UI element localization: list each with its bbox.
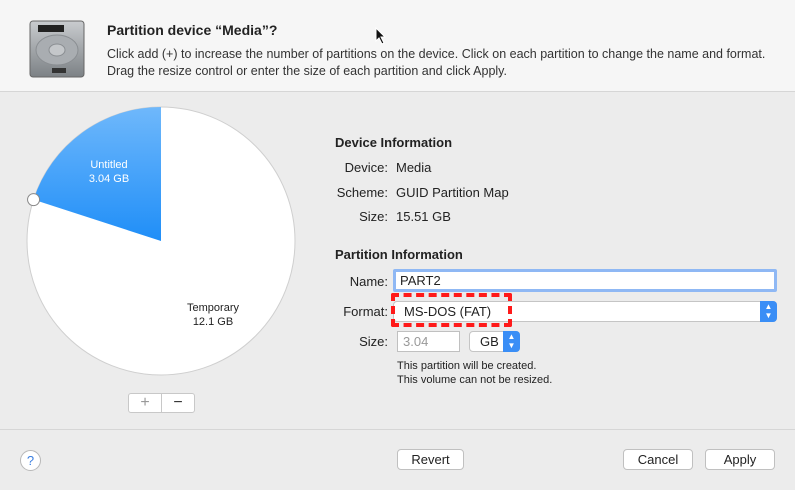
add-remove-control: + −: [128, 393, 195, 413]
remove-partition-button[interactable]: −: [161, 394, 194, 412]
size-value: 15.51 GB: [396, 209, 451, 224]
revert-button[interactable]: Revert: [397, 449, 464, 470]
resize-handle[interactable]: [27, 193, 41, 207]
cancel-button[interactable]: Cancel: [623, 449, 693, 470]
hard-disk-icon: [29, 20, 85, 78]
mouse-cursor-icon: [375, 27, 387, 45]
slice-size-untitled: 3.04 GB: [89, 173, 129, 185]
add-partition-button[interactable]: +: [129, 394, 161, 412]
scheme-value: GUID Partition Map: [396, 185, 509, 200]
updown-arrows-icon: ▲ ▼: [503, 331, 520, 352]
dialog-title: Partition device “Media”?: [107, 22, 278, 38]
partition-note-created: This partition will be created.: [397, 360, 537, 372]
footer-divider: [0, 429, 795, 430]
slice-name-temporary: Temporary: [187, 302, 239, 314]
partition-info-heading: Partition Information: [335, 247, 463, 262]
unit-value: GB: [480, 334, 499, 349]
apply-button[interactable]: Apply: [705, 449, 775, 470]
partition-size-input[interactable]: 3.04: [397, 331, 460, 352]
red-highlight-annotation: [391, 293, 512, 327]
name-label: Name:: [349, 274, 388, 289]
updown-arrows-icon: ▲ ▼: [760, 301, 777, 322]
partition-name-input[interactable]: PART2: [393, 269, 777, 292]
scheme-label: Scheme:: [336, 185, 388, 200]
dialog-header: Partition device “Media”? Click add (+) …: [0, 0, 795, 92]
size-unit-select[interactable]: GB ▲ ▼: [469, 331, 520, 352]
dialog-description: Click add (+) to increase the number of …: [107, 47, 766, 78]
help-button[interactable]: ?: [20, 450, 41, 471]
device-label: Device:: [344, 160, 388, 175]
slice-name-untitled: Untitled: [90, 159, 127, 171]
size-label: Size:: [359, 209, 388, 224]
format-label: Format:: [343, 304, 388, 319]
device-info-heading: Device Information: [335, 135, 453, 150]
slice-size-temporary: 12.1 GB: [193, 316, 233, 328]
device-value: Media: [396, 160, 432, 175]
partition-pie-chart[interactable]: Untitled 3.04 GB Temporary 12.1 GB: [0, 95, 320, 390]
partition-note-resize: This volume can not be resized.: [397, 374, 553, 386]
partition-size-label: Size:: [359, 334, 388, 349]
